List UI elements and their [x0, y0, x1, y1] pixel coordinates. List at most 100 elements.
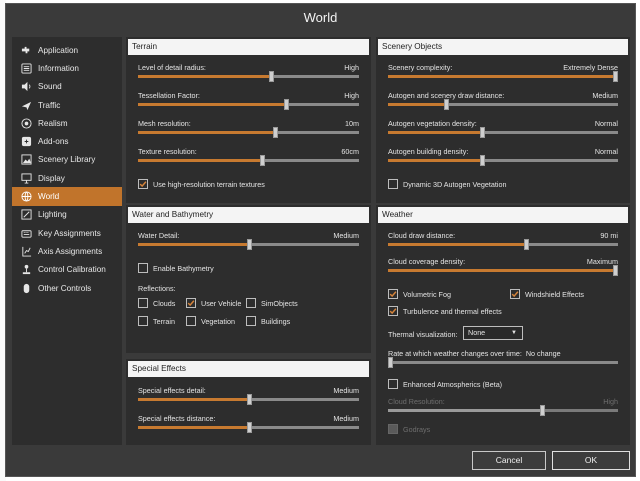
sidebar-item-traffic[interactable]: Traffic	[12, 96, 122, 114]
water-detail-label: Water Detail:	[138, 231, 180, 240]
mesh-resolution-row: Mesh resolution: 10m	[138, 119, 359, 139]
scenery-complexity-label: Scenery complexity:	[388, 63, 453, 72]
building-density-label: Autogen building density:	[388, 147, 469, 156]
sidebar-item-world[interactable]: World	[12, 187, 122, 206]
hires-textures-checkbox[interactable]: Use high-resolution terrain textures	[138, 179, 265, 189]
tessellation-slider[interactable]	[138, 99, 359, 110]
effects-detail-slider[interactable]	[138, 394, 359, 405]
sidebar-item-other-controls[interactable]: Other Controls	[12, 279, 122, 297]
sidebar-item-sound[interactable]: Sound	[12, 78, 122, 96]
cloud-coverage-row: Cloud coverage density: Maximum	[388, 257, 618, 277]
enhanced-atmospherics-checkbox[interactable]: Enhanced Atmospherics (Beta)	[388, 379, 502, 389]
slider-thumb[interactable]	[480, 155, 486, 166]
effects-distance-slider[interactable]	[138, 422, 359, 433]
reflect-vegetation-box[interactable]	[186, 316, 196, 326]
slider-thumb[interactable]	[268, 71, 274, 82]
sidebar-item-scenery-library[interactable]: Scenery Library	[12, 151, 122, 169]
terrain-panel-title: Terrain	[128, 39, 369, 55]
scenery-complexity-slider[interactable]	[388, 71, 618, 82]
slider-thumb[interactable]	[259, 155, 265, 166]
reflect-user-vehicle-box[interactable]	[186, 298, 196, 308]
weather-rate-slider[interactable]	[388, 357, 618, 368]
bathymetry-box[interactable]	[138, 263, 148, 273]
slider-fill	[388, 131, 483, 134]
cancel-button[interactable]: Cancel	[472, 451, 546, 470]
building-density-slider[interactable]	[388, 155, 618, 166]
sidebar-item-label: Lighting	[38, 210, 67, 220]
slider-thumb[interactable]	[480, 127, 486, 138]
sidebar-item-display[interactable]: Display	[12, 169, 122, 187]
thermal-visualization-select[interactable]: None ▼	[463, 326, 523, 340]
sidebar-item-control-calibration[interactable]: Control Calibration	[12, 261, 122, 279]
mesh-resolution-slider[interactable]	[138, 127, 359, 138]
sidebar-item-add-ons[interactable]: Add-ons	[12, 132, 122, 150]
godrays-box	[388, 424, 398, 434]
reflect-clouds-box[interactable]	[138, 298, 148, 308]
sidebar-item-information[interactable]: Information	[12, 59, 122, 77]
target-icon	[21, 118, 32, 129]
turbulence-box[interactable]	[388, 306, 398, 316]
sidebar-item-realism[interactable]: Realism	[12, 114, 122, 132]
windshield-effects-box[interactable]	[510, 289, 520, 299]
sidebar-item-axis-assignments[interactable]: Axis Assignments	[12, 242, 122, 260]
reflect-simobjects-box[interactable]	[246, 298, 256, 308]
ok-button[interactable]: OK	[552, 451, 630, 470]
sidebar-item-label: Other Controls	[38, 283, 92, 293]
sidebar-item-label: Application	[38, 45, 79, 55]
lod-radius-slider[interactable]	[138, 71, 359, 82]
cloud-resolution-row: Cloud Resolution: High	[388, 397, 618, 417]
tessellation-value: High	[344, 91, 359, 100]
hires-textures-box[interactable]	[138, 179, 148, 189]
scenery-icon	[21, 154, 32, 165]
cloud-distance-label: Cloud draw distance:	[388, 231, 456, 240]
cloud-coverage-slider[interactable]	[388, 265, 618, 276]
water-detail-slider[interactable]	[138, 239, 359, 250]
windshield-effects-checkbox[interactable]: Windshield Effects	[510, 289, 584, 299]
slider-fill	[388, 269, 618, 272]
slider-thumb[interactable]	[246, 422, 252, 433]
cloud-distance-slider[interactable]	[388, 239, 618, 250]
window-title: World	[303, 10, 338, 25]
autogen-distance-slider[interactable]	[388, 99, 618, 110]
sidebar-item-label: Display	[38, 173, 65, 183]
enhanced-atmospherics-box[interactable]	[388, 379, 398, 389]
reflect-user-vehicle-checkbox[interactable]: User Vehicle	[186, 298, 241, 308]
vegetation-density-slider[interactable]	[388, 127, 618, 138]
lod-radius-value: High	[344, 63, 359, 72]
texture-resolution-slider[interactable]	[138, 155, 359, 166]
sidebar-item-key-assignments[interactable]: Key Assignments	[12, 224, 122, 242]
reflect-clouds-checkbox[interactable]: Clouds	[138, 298, 175, 308]
bathymetry-checkbox[interactable]: Enable Bathymetry	[138, 263, 214, 273]
slider-thumb[interactable]	[443, 99, 449, 110]
dynamic-vegetation-checkbox[interactable]: Dynamic 3D Autogen Vegetation	[388, 179, 507, 189]
list-icon	[21, 63, 32, 74]
reflect-simobjects-checkbox[interactable]: SimObjects	[246, 298, 298, 308]
volumetric-fog-box[interactable]	[388, 289, 398, 299]
dynamic-vegetation-label: Dynamic 3D Autogen Vegetation	[403, 179, 507, 189]
mesh-resolution-value: 10m	[345, 119, 359, 128]
reflect-terrain-box[interactable]	[138, 316, 148, 326]
thermal-visualization-value: None	[468, 328, 486, 337]
slider-thumb[interactable]	[246, 239, 252, 250]
reflect-terrain-checkbox[interactable]: Terrain	[138, 316, 175, 326]
slider-thumb[interactable]	[524, 239, 529, 250]
vegetation-density-label: Autogen vegetation density:	[388, 119, 477, 128]
volumetric-fog-checkbox[interactable]: Volumetric Fog	[388, 289, 451, 299]
slider-thumb[interactable]	[613, 265, 618, 276]
sidebar-item-application[interactable]: Application	[12, 41, 122, 59]
windshield-effects-label: Windshield Effects	[525, 289, 584, 299]
slider-thumb[interactable]	[388, 357, 393, 368]
slider-thumb[interactable]	[284, 99, 290, 110]
slider-thumb[interactable]	[273, 127, 279, 138]
slider-thumb[interactable]	[613, 71, 618, 82]
dynamic-vegetation-box[interactable]	[388, 179, 398, 189]
reflect-vegetation-checkbox[interactable]: Vegetation	[186, 316, 235, 326]
reflect-vegetation-label: Vegetation	[201, 316, 235, 326]
turbulence-checkbox[interactable]: Turbulence and thermal effects	[388, 306, 502, 316]
sidebar-item-lighting[interactable]: Lighting	[12, 206, 122, 224]
slider-fill	[388, 159, 483, 162]
thermal-visualization-label: Thermal visualization:	[388, 330, 458, 339]
reflect-buildings-box[interactable]	[246, 316, 256, 326]
reflect-buildings-checkbox[interactable]: Buildings	[246, 316, 290, 326]
slider-thumb[interactable]	[246, 394, 252, 405]
